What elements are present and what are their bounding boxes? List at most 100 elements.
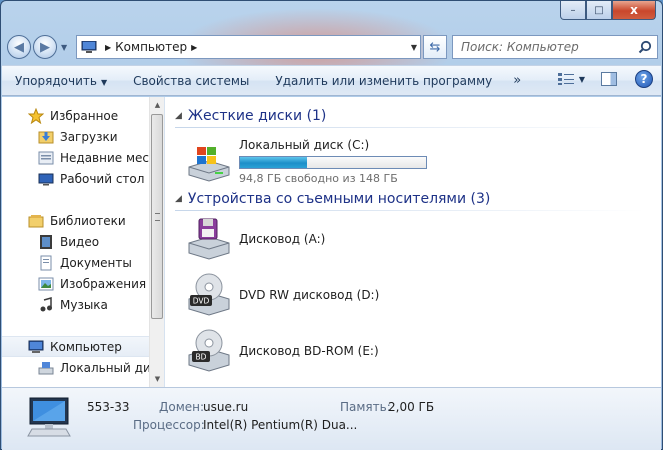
nav-music-label: Музыка bbox=[60, 297, 108, 312]
drive-a-label: Дисковод (A:) bbox=[239, 232, 326, 246]
address-dropdown-icon[interactable]: ▼ bbox=[411, 43, 417, 52]
address-bar[interactable]: ▶ Компьютер ▶ ▼ bbox=[76, 35, 421, 59]
drive-c-usage-fill bbox=[240, 156, 307, 168]
drive-e-label: Дисковод BD-ROM (E:) bbox=[239, 344, 379, 358]
nav-desktop[interactable]: Рабочий стол bbox=[2, 168, 149, 189]
navigation-bar: ◀ ▶ ▼ ▶ Компьютер ▶ ▼ ⇆ bbox=[7, 32, 658, 62]
preview-pane-icon[interactable] bbox=[601, 72, 617, 86]
nav-downloads[interactable]: Загрузки bbox=[2, 126, 149, 147]
processor-value: Intel(R) Pentium(R) Dua... bbox=[203, 418, 358, 432]
nav-favorites[interactable]: Избранное bbox=[2, 105, 149, 126]
nav-computer[interactable]: Компьютер bbox=[2, 336, 149, 357]
drive-d-label: DVD RW дисковод (D:) bbox=[239, 288, 380, 302]
search-icon[interactable] bbox=[638, 40, 652, 54]
drive-c-free-space: 94,8 ГБ свободно из 148 ГБ bbox=[239, 171, 398, 185]
maximize-button[interactable]: □ bbox=[586, 1, 612, 20]
nav-desktop-label: Рабочий стол bbox=[60, 171, 145, 186]
bd-drive-icon: BD bbox=[188, 329, 230, 372]
view-options-dropdown-icon[interactable]: ▼ bbox=[579, 75, 585, 84]
bd-badge-text: BD bbox=[196, 353, 207, 362]
minimize-button[interactable]: – bbox=[560, 1, 586, 20]
collapse-group-icon[interactable]: ◢ bbox=[175, 111, 182, 121]
music-icon bbox=[40, 296, 52, 311]
organize-label: Упорядочить bbox=[15, 73, 97, 88]
caption-buttons: – □ x bbox=[560, 1, 656, 20]
nav-favorites-label: Избранное bbox=[50, 108, 119, 123]
memory-label: Память: bbox=[340, 400, 391, 414]
change-view-icon[interactable] bbox=[557, 72, 575, 86]
collapse-group-icon[interactable]: ◢ bbox=[175, 194, 182, 204]
recent-places-icon bbox=[38, 151, 54, 164]
desktop-icon bbox=[38, 173, 54, 185]
group-removable-label: Устройства со съемными носителями (3) bbox=[187, 191, 491, 207]
system-properties-button[interactable]: Свойства системы bbox=[120, 74, 262, 88]
pictures-icon bbox=[38, 277, 54, 290]
command-bar: Упорядочить ▼ Свойства системы Удалить ил… bbox=[2, 65, 661, 96]
search-box bbox=[452, 35, 658, 59]
search-input[interactable] bbox=[461, 40, 631, 54]
group-header-removable[interactable]: ◢ Устройства со съемными носителями (3) bbox=[175, 188, 645, 211]
nav-documents[interactable]: Документы bbox=[2, 252, 149, 273]
scrollbar-thumb[interactable] bbox=[151, 114, 163, 319]
drive-c-info: Локальный диск (C:) 94,8 ГБ свободно из … bbox=[239, 138, 427, 185]
nav-video[interactable]: Видео bbox=[2, 231, 149, 252]
nav-computer-label: Компьютер bbox=[50, 339, 122, 354]
drive-e[interactable]: BD Дисковод BD-ROM (E:) bbox=[185, 327, 379, 375]
video-icon bbox=[40, 234, 52, 249]
breadcrumb-computer[interactable]: Компьютер bbox=[115, 40, 187, 54]
dvd-badge-text: DVD bbox=[193, 297, 210, 306]
navigation-tree: Избранное Загрузки Недавние места bbox=[2, 105, 149, 378]
nav-downloads-label: Загрузки bbox=[60, 129, 118, 144]
group-hard-drives-label: Жесткие диски (1) bbox=[187, 108, 327, 124]
drive-c-usage-bar bbox=[239, 155, 427, 169]
processor-label: Процессор: bbox=[133, 418, 205, 432]
main-pane: ◢ Жесткие диски (1) Локальный диск (C:) bbox=[167, 97, 661, 387]
drive-c[interactable]: Локальный диск (C:) 94,8 ГБ свободно из … bbox=[185, 137, 427, 185]
domain-label: Домен: bbox=[159, 400, 205, 414]
scroll-up-arrow-icon[interactable]: ▲ bbox=[150, 97, 165, 113]
nav-recent-places[interactable]: Недавние места bbox=[2, 147, 149, 168]
scroll-down-arrow-icon[interactable]: ▼ bbox=[150, 371, 165, 387]
group-header-hard-drives[interactable]: ◢ Жесткие диски (1) bbox=[175, 105, 645, 128]
more-commands-button[interactable]: » bbox=[505, 73, 529, 88]
downloads-folder-icon bbox=[38, 131, 54, 143]
nav-video-label: Видео bbox=[60, 234, 100, 249]
libraries-icon bbox=[28, 214, 44, 227]
nav-pictures-label: Изображения bbox=[60, 276, 147, 291]
refresh-icon: ⇆ bbox=[429, 39, 441, 55]
drive-d[interactable]: DVD DVD RW дисковод (D:) bbox=[185, 271, 379, 319]
nav-local-disk[interactable]: Локальный диск bbox=[2, 357, 149, 378]
computer-large-icon bbox=[27, 397, 71, 437]
details-pane: 553-33 Домен: usue.ru Память: 2,00 ГБ Пр… bbox=[2, 387, 661, 450]
help-icon[interactable]: ? bbox=[635, 70, 653, 88]
explorer-window: – □ x ◀ ▶ ▼ ▶ Компьютер ▶ ▼ ⇆ Поиск: Ком… bbox=[0, 0, 663, 450]
local-disk-icon bbox=[38, 361, 54, 374]
documents-icon bbox=[40, 255, 52, 270]
drive-a[interactable]: Дисковод (A:) bbox=[185, 215, 325, 263]
drive-c-label: Локальный диск (C:) bbox=[239, 137, 370, 152]
back-arrow-icon: ◀ bbox=[14, 39, 24, 55]
content-area: Избранное Загрузки Недавние места bbox=[2, 97, 661, 387]
computer-icon bbox=[28, 340, 44, 353]
recent-pages-dropdown[interactable]: ▼ bbox=[61, 43, 67, 52]
back-button[interactable]: ◀ bbox=[7, 35, 31, 59]
navigation-scrollbar[interactable]: ▲ ▼ bbox=[149, 97, 164, 387]
forward-button[interactable]: ▶ bbox=[33, 35, 57, 59]
memory-value: 2,00 ГБ bbox=[388, 400, 435, 414]
nav-local-disk-label: Локальный диск bbox=[60, 360, 149, 375]
refresh-button[interactable]: ⇆ bbox=[423, 35, 447, 59]
nav-music[interactable]: Музыка bbox=[2, 294, 149, 315]
navigation-pane: Избранное Загрузки Недавние места bbox=[2, 97, 165, 387]
domain-value: usue.ru bbox=[203, 400, 249, 414]
forward-arrow-icon: ▶ bbox=[40, 39, 50, 55]
nav-documents-label: Документы bbox=[60, 255, 132, 270]
breadcrumb-separator-icon[interactable]: ▶ bbox=[105, 43, 111, 52]
nav-libraries[interactable]: Библиотеки bbox=[2, 210, 149, 231]
breadcrumb-separator-icon[interactable]: ▶ bbox=[191, 43, 197, 52]
close-button[interactable]: x bbox=[612, 1, 656, 20]
star-icon bbox=[28, 107, 44, 124]
nav-pictures[interactable]: Изображения bbox=[2, 273, 149, 294]
organize-menu[interactable]: Упорядочить ▼ bbox=[2, 74, 120, 88]
computer-name: 553-33 bbox=[87, 400, 130, 414]
uninstall-program-button[interactable]: Удалить или изменить программу bbox=[262, 74, 505, 88]
